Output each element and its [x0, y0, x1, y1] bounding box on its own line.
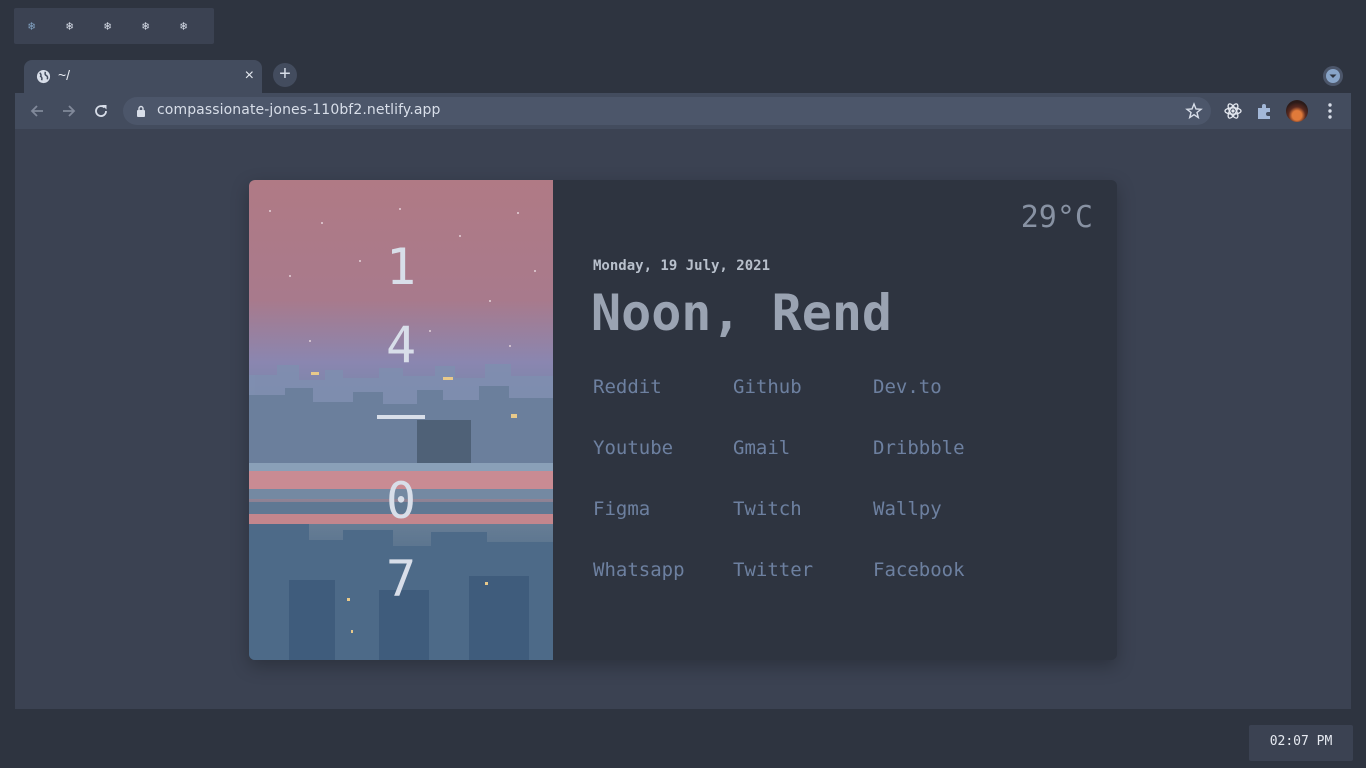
workspace-2-snowflake-icon[interactable]: ❄	[62, 19, 100, 33]
profile-avatar[interactable]	[1286, 100, 1308, 122]
greeting-heading: Noon, Rend	[591, 284, 893, 342]
browser-window: ~/ × + compassionate-jones-110bf2.netlif…	[15, 59, 1351, 709]
clock-separator	[377, 415, 425, 419]
vertical-clock: 1 4 0 7	[249, 180, 553, 660]
bookmark-links: Reddit Github Dev.to Youtube Gmail Dribb…	[593, 375, 1013, 619]
workspace-5-snowflake-icon[interactable]: ❄	[176, 19, 214, 33]
temperature-text: 29°C	[1020, 200, 1093, 235]
react-devtools-icon[interactable]	[1223, 101, 1243, 121]
link-whatsapp[interactable]: Whatsapp	[593, 558, 733, 619]
startpage-card: 1 4 0 7 29°C Monday, 19 July, 2021 Noon,…	[249, 180, 1117, 660]
link-devto[interactable]: Dev.to	[873, 375, 1013, 436]
taskbar-time-text: 02:07 PM	[1269, 734, 1333, 749]
back-arrow-icon[interactable]	[27, 101, 47, 121]
page-viewport: 1 4 0 7 29°C Monday, 19 July, 2021 Noon,…	[15, 129, 1351, 709]
tab-search-button[interactable]	[1323, 66, 1343, 86]
date-text: Monday, 19 July, 2021	[593, 258, 771, 274]
info-panel: 29°C Monday, 19 July, 2021 Noon, Rend Re…	[553, 180, 1117, 660]
address-bar[interactable]: compassionate-jones-110bf2.netlify.app	[123, 97, 1211, 125]
clock-hour-tens: 1	[385, 238, 417, 296]
reload-icon[interactable]	[91, 101, 111, 121]
link-twitch[interactable]: Twitch	[733, 497, 873, 558]
workspace-3-snowflake-icon[interactable]: ❄	[100, 19, 138, 33]
workspace-1-snowflake-icon[interactable]: ❄	[24, 19, 62, 33]
link-twitter[interactable]: Twitter	[733, 558, 873, 619]
lock-icon[interactable]	[135, 105, 147, 117]
url-text[interactable]: compassionate-jones-110bf2.netlify.app	[157, 102, 441, 118]
tab-close-icon[interactable]: ×	[245, 66, 254, 86]
forward-arrow-icon[interactable]	[59, 101, 79, 121]
tab-title: ~/	[58, 67, 71, 83]
clock-hour-ones: 4	[385, 316, 417, 374]
pixel-city-image: 1 4 0 7	[249, 180, 553, 660]
link-facebook[interactable]: Facebook	[873, 558, 1013, 619]
link-dribbble[interactable]: Dribbble	[873, 436, 1013, 497]
link-github[interactable]: Github	[733, 375, 873, 436]
link-wallpy[interactable]: Wallpy	[873, 497, 1013, 558]
clock-minute-ones: 7	[385, 550, 417, 608]
clock-minute-tens: 0	[385, 472, 417, 530]
link-reddit[interactable]: Reddit	[593, 375, 733, 436]
link-youtube[interactable]: Youtube	[593, 436, 733, 497]
tab-strip: ~/ × +	[15, 59, 1351, 93]
tab-active[interactable]: ~/ ×	[24, 60, 262, 93]
globe-icon	[36, 69, 51, 84]
new-tab-button[interactable]: +	[273, 63, 297, 87]
browser-toolbar: compassionate-jones-110bf2.netlify.app	[15, 93, 1351, 129]
extensions-puzzle-icon[interactable]	[1255, 101, 1275, 121]
link-gmail[interactable]: Gmail	[733, 436, 873, 497]
workspace-4-snowflake-icon[interactable]: ❄	[138, 19, 176, 33]
link-figma[interactable]: Figma	[593, 497, 733, 558]
chevron-down-icon	[1326, 69, 1340, 83]
more-menu-icon[interactable]	[1322, 101, 1338, 121]
taskbar-clock: 02:07 PM	[1249, 725, 1353, 761]
workspace-bar: ❄ ❄ ❄ ❄ ❄	[14, 8, 214, 44]
bookmark-star-icon[interactable]	[1185, 102, 1203, 120]
